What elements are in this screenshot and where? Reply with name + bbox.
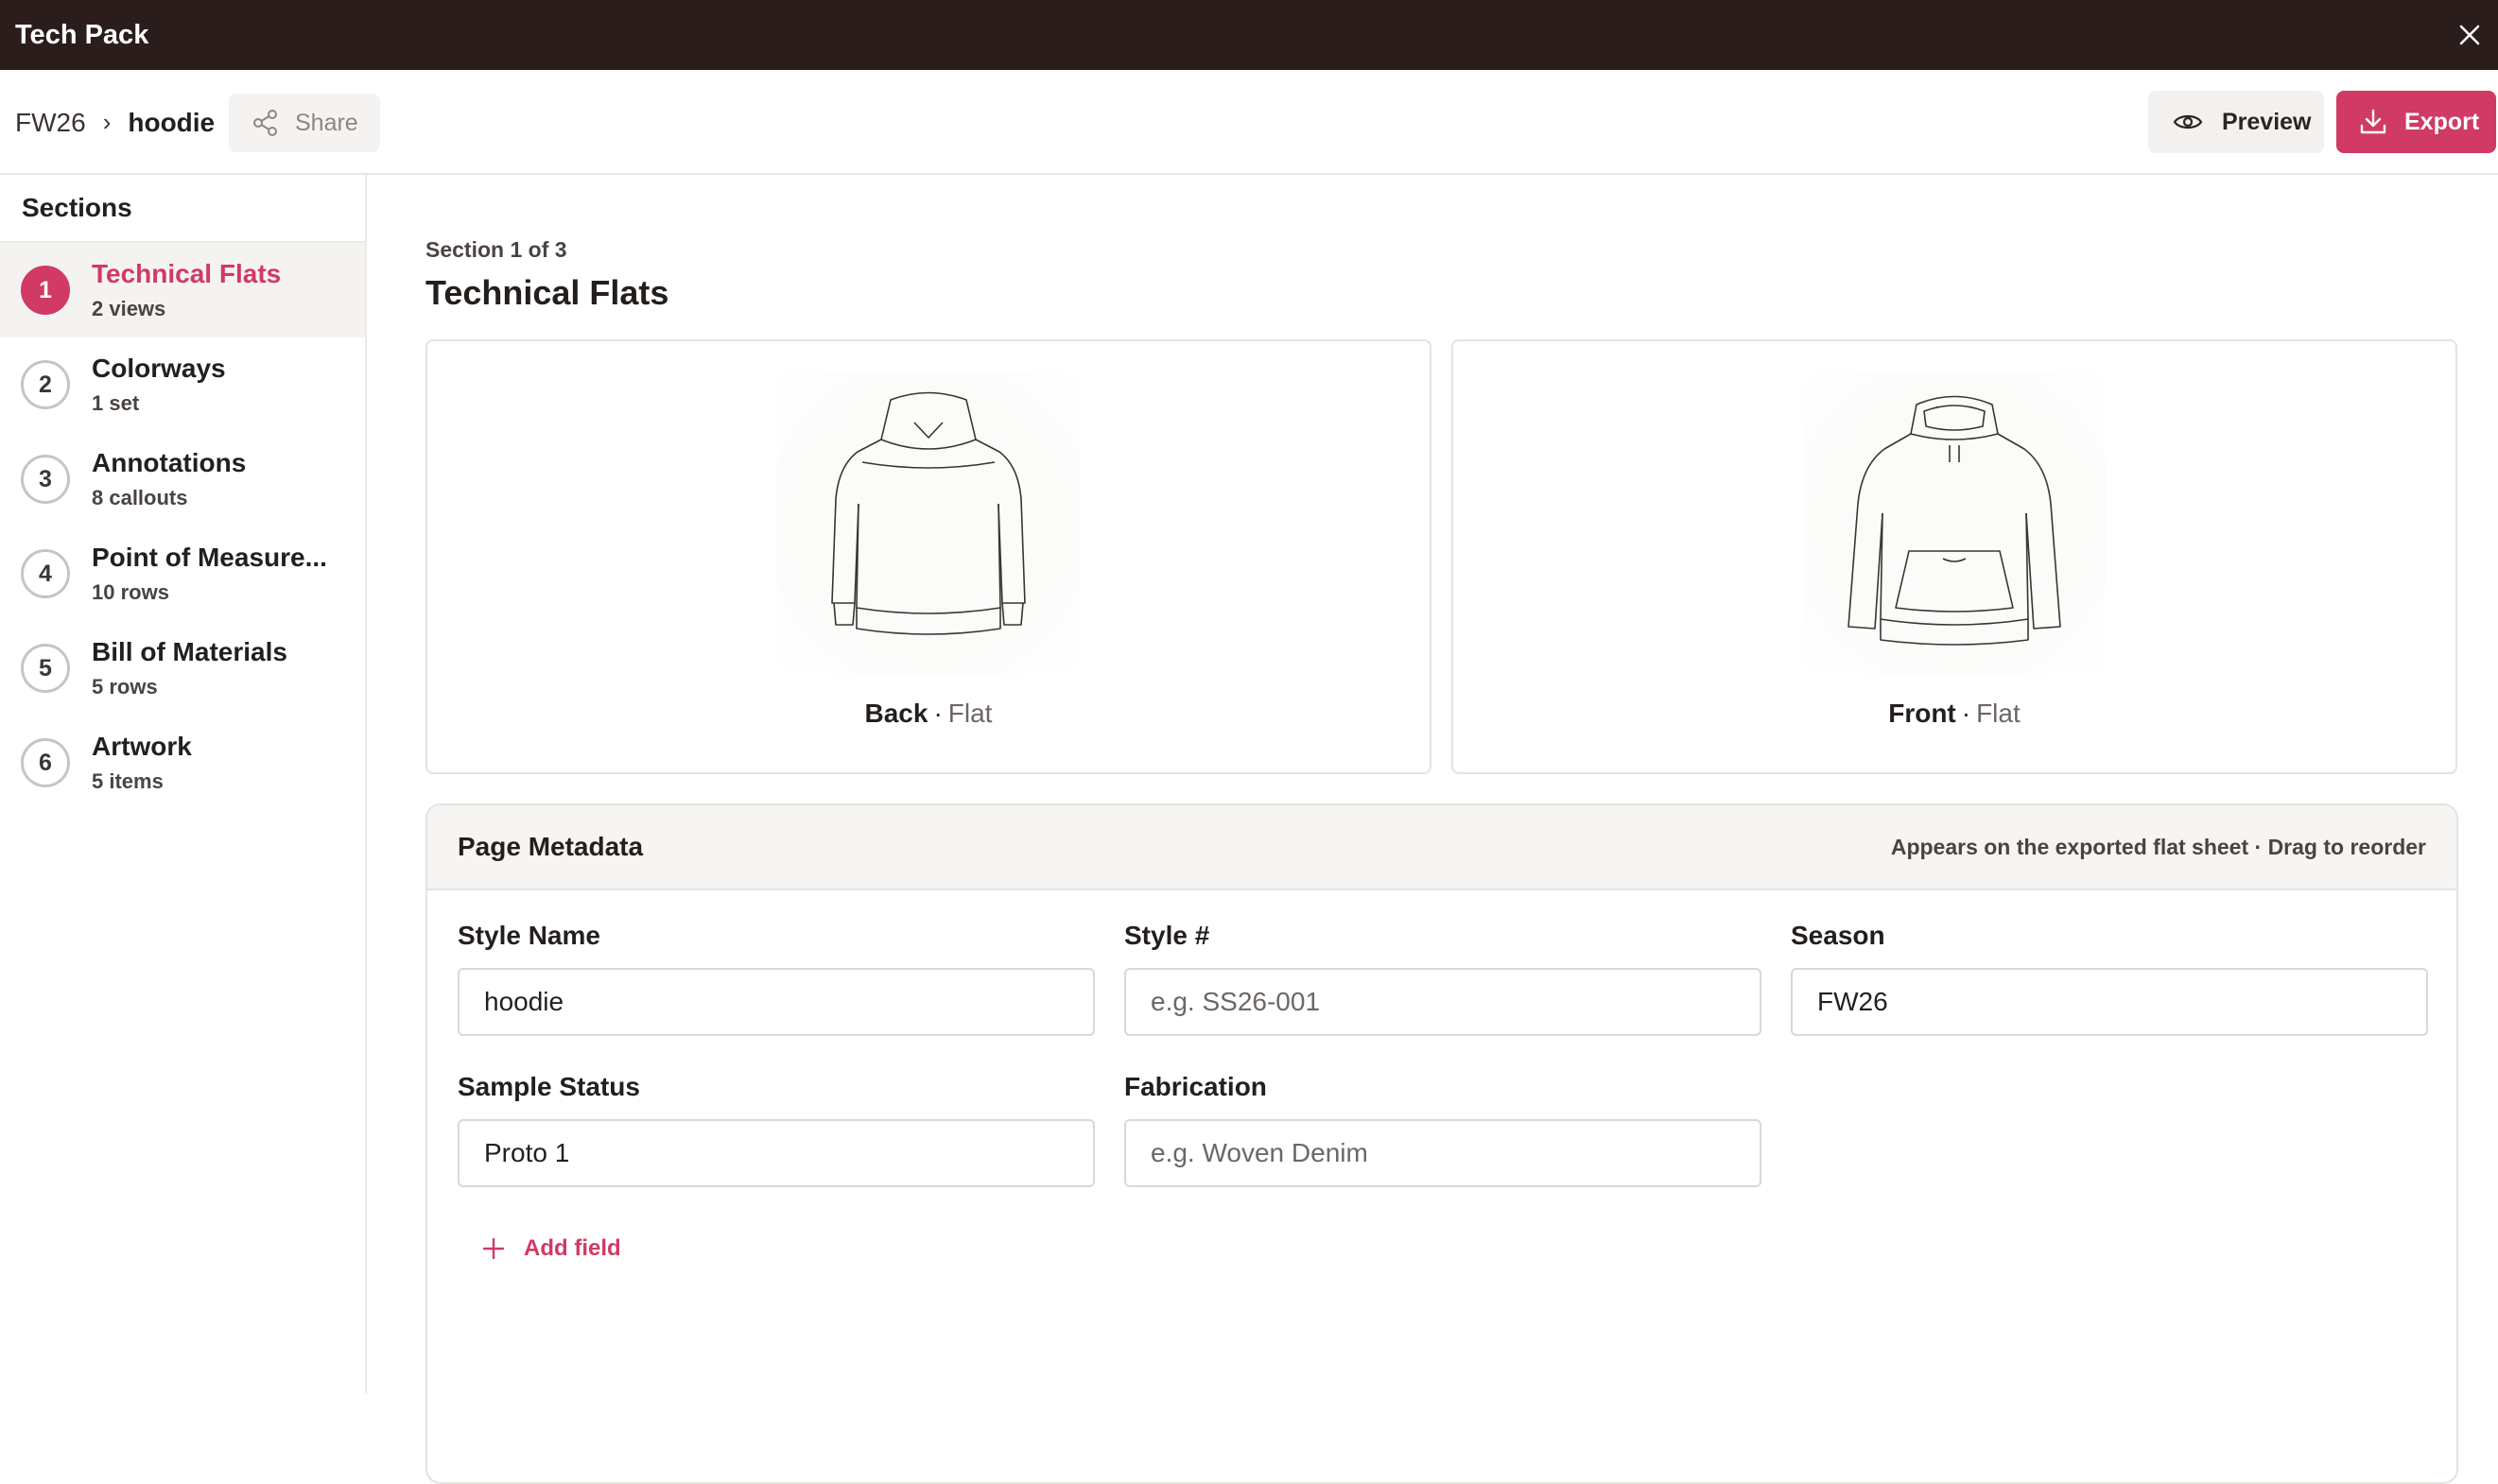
- field-style-name: Style Name hoodie: [458, 921, 1095, 1036]
- metadata-hint: Appears on the exported flat sheet · Dra…: [1890, 834, 2426, 859]
- flat-type-label: Flat: [1976, 699, 2021, 728]
- breadcrumb-season[interactable]: FW26: [15, 108, 86, 138]
- section-number-badge: 3: [21, 455, 70, 504]
- plus-icon: [482, 1237, 505, 1260]
- section-number-badge: 4: [21, 549, 70, 598]
- section-label: Technical Flats: [92, 259, 282, 288]
- sidebar-heading: Sections: [0, 175, 365, 243]
- share-label: Share: [295, 109, 358, 136]
- field-season: Season FW26: [1791, 921, 2428, 1036]
- section-count: 8 callouts: [92, 486, 188, 509]
- section-title: Technical Flats: [425, 273, 669, 312]
- section-count: 2 views: [92, 297, 166, 320]
- section-number-badge: 1: [21, 266, 70, 315]
- share-button[interactable]: Share: [229, 94, 380, 152]
- hoodie-back-drawing: [831, 391, 1026, 635]
- breadcrumb-separator: ›: [102, 108, 112, 136]
- page-metadata-panel: Page Metadata Appears on the exported fl…: [425, 803, 2458, 1484]
- hoodie-front-drawing: [1847, 395, 2061, 646]
- field-fabrication: Fabrication e.g. Woven Denim: [1124, 1072, 1761, 1187]
- section-progress: Section 1 of 3: [425, 237, 567, 262]
- preview-button[interactable]: Preview: [2148, 91, 2324, 153]
- metadata-header: Page Metadata Appears on the exported fl…: [427, 805, 2456, 890]
- breadcrumb-style: hoodie: [128, 107, 216, 137]
- field-label: Season: [1791, 921, 1885, 950]
- section-count: 5 rows: [92, 675, 158, 699]
- field-label: Sample Status: [458, 1072, 640, 1101]
- style-name-input[interactable]: hoodie: [458, 968, 1095, 1036]
- eye-icon: [2173, 114, 2203, 129]
- add-field-button[interactable]: Add field: [482, 1235, 621, 1262]
- section-label: Point of Measure...: [92, 543, 327, 572]
- section-count: 10 rows: [92, 580, 169, 604]
- download-icon: [2360, 109, 2386, 134]
- section-count: 1 set: [92, 391, 140, 415]
- section-count: 5 items: [92, 769, 164, 793]
- field-sample-status: Sample Status Proto 1: [458, 1072, 1095, 1187]
- field-label: Style #: [1124, 921, 1210, 950]
- close-icon: [2459, 25, 2480, 45]
- export-button[interactable]: Export: [2336, 91, 2496, 153]
- hoodie-back-flat-image: [777, 371, 1080, 674]
- section-item-bill-of-materials[interactable]: 5 Bill of Materials 5 rows: [0, 621, 365, 716]
- preview-label: Preview: [2222, 108, 2312, 135]
- section-number-badge: 2: [21, 360, 70, 409]
- section-item-technical-flats[interactable]: 1 Technical Flats 2 views: [0, 243, 365, 337]
- metadata-title: Page Metadata: [458, 832, 644, 861]
- section-label: Colorways: [92, 354, 226, 383]
- flat-view-label: Front: [1888, 699, 1956, 728]
- section-number-badge: 6: [21, 738, 70, 787]
- toolbar: FW26 › hoodie Share Preview Export: [0, 70, 2498, 175]
- fabrication-input[interactable]: e.g. Woven Denim: [1124, 1119, 1761, 1187]
- share-icon: [253, 110, 277, 136]
- section-number-badge: 5: [21, 644, 70, 693]
- flat-card-front[interactable]: Front · Flat: [1451, 339, 2457, 774]
- flat-view-label: Back: [864, 699, 928, 728]
- section-item-artwork[interactable]: 6 Artwork 5 items: [0, 716, 365, 810]
- field-label: Style Name: [458, 921, 600, 950]
- flat-caption-front: Front · Flat: [1888, 699, 2021, 728]
- season-input[interactable]: FW26: [1791, 968, 2428, 1036]
- section-item-annotations[interactable]: 3 Annotations 8 callouts: [0, 432, 365, 526]
- add-field-label: Add field: [524, 1235, 621, 1261]
- sections-sidebar: Sections 1 Technical Flats 2 views 2 Col…: [0, 175, 367, 1393]
- flat-card-back[interactable]: Back · Flat: [425, 339, 1431, 774]
- section-item-colorways[interactable]: 2 Colorways 1 set: [0, 337, 365, 432]
- style-number-input[interactable]: e.g. SS26-001: [1124, 968, 1761, 1036]
- section-label: Annotations: [92, 448, 247, 477]
- hoodie-front-flat-image: [1803, 371, 2106, 674]
- sample-status-input[interactable]: Proto 1: [458, 1119, 1095, 1187]
- breadcrumb: FW26 › hoodie: [15, 70, 215, 175]
- field-style-number: Style # e.g. SS26-001: [1124, 921, 1761, 1036]
- section-item-point-of-measure[interactable]: 4 Point of Measure... 10 rows: [0, 526, 365, 621]
- section-label: Artwork: [92, 732, 192, 761]
- field-label: Fabrication: [1124, 1072, 1267, 1101]
- section-label: Bill of Materials: [92, 637, 287, 666]
- title-bar: Tech Pack: [0, 0, 2498, 70]
- app-title: Tech Pack: [15, 19, 149, 50]
- close-button[interactable]: [2441, 0, 2498, 70]
- flat-type-label: Flat: [947, 699, 993, 728]
- export-label: Export: [2404, 108, 2480, 135]
- flat-caption-back: Back · Flat: [864, 699, 993, 728]
